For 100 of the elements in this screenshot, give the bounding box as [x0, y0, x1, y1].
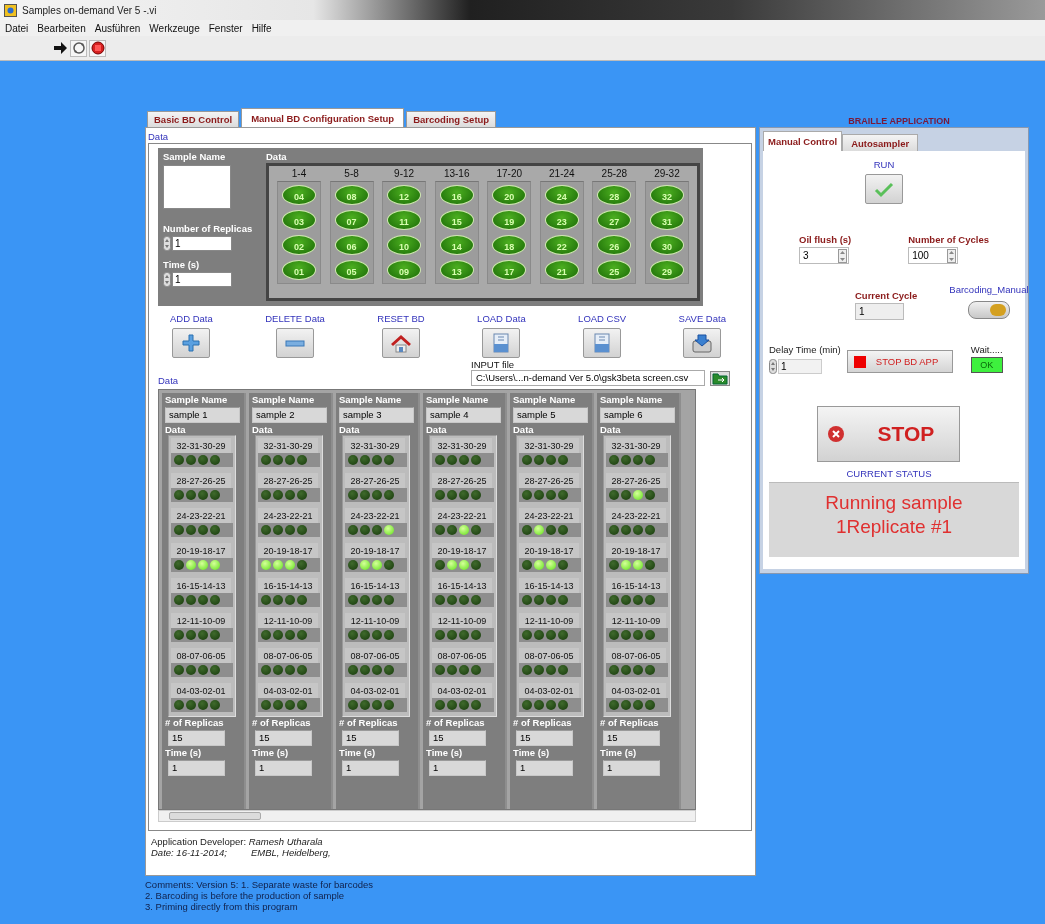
group-label: 12-11-10-09 — [606, 613, 666, 628]
group-label: 16-15-14-13 — [432, 578, 492, 593]
menu-item[interactable]: Bearbeiten — [37, 22, 86, 34]
column-label: 9-12 — [394, 168, 415, 179]
stop-button[interactable]: STOP — [816, 406, 960, 462]
field-label: INPUT file — [471, 359, 516, 370]
group-label: 24-23-22-21 — [432, 508, 492, 523]
group-label: 28-27-26-25 — [345, 473, 405, 488]
field-label: Time (s) — [165, 747, 203, 758]
well-button[interactable]: 22 — [544, 235, 579, 255]
spinner-icon — [163, 272, 171, 287]
file-path-field[interactable]: C:\Users\...n-demand Ver 5.0\gsk3beta screen.csv — [471, 370, 705, 386]
time-field[interactable]: 1 — [255, 760, 312, 776]
cycles-field[interactable]: 100 — [908, 247, 959, 264]
button-label: DELETE Data — [265, 313, 325, 324]
scroll-thumb[interactable] — [169, 812, 261, 820]
replicas-field[interactable]: 15 — [603, 730, 660, 746]
reset-button[interactable] — [382, 328, 420, 358]
sample-name-field[interactable]: sample 4 — [426, 407, 501, 423]
group-label: 20-19-18-17 — [519, 543, 579, 558]
section-title: BRAILLE APPLICATION — [847, 116, 951, 127]
group-label: 24-23-22-21 — [345, 508, 405, 523]
sample-name-field[interactable]: sample 2 — [252, 407, 327, 423]
replicas-field[interactable]: 15 — [342, 730, 399, 746]
field-label: Sample Name — [165, 394, 229, 405]
field-label: Data — [600, 424, 622, 435]
load-button[interactable] — [583, 328, 622, 358]
delete-button[interactable] — [276, 328, 315, 358]
horizontal-scrollbar[interactable] — [158, 810, 696, 822]
add-button[interactable] — [172, 328, 211, 358]
time-field[interactable]: 1 — [429, 760, 486, 776]
menu-item[interactable]: Hilfe — [251, 22, 272, 34]
group-label: 08-07-06-05 — [432, 648, 492, 663]
minus-icon — [285, 339, 306, 347]
tab[interactable]: Manual Control — [763, 131, 843, 151]
group-label: 28-27-26-25 — [171, 473, 231, 488]
time-field[interactable]: 1 — [603, 760, 660, 776]
menu-item[interactable]: Werkzeuge — [149, 22, 200, 34]
comment-line: 2. Barcoding is before the production of sample — [145, 890, 346, 901]
spinner-icon — [947, 248, 957, 263]
time-field[interactable]: 1 — [342, 760, 399, 776]
time-field[interactable]: 1 — [168, 760, 225, 776]
field-label: Time (s) — [426, 747, 464, 758]
document-icon — [592, 333, 613, 353]
group-label: 32-31-30-29 — [345, 438, 405, 453]
replicas-field[interactable]: 15 — [516, 730, 573, 746]
group-label: 04-03-02-01 — [432, 683, 492, 698]
stop-bd-button[interactable]: STOP BD APP — [846, 350, 953, 373]
replicas-field[interactable]: 15 — [168, 730, 225, 746]
run-button[interactable] — [51, 39, 68, 57]
oil-flush-field[interactable]: 3 — [799, 247, 849, 264]
sample-name-field[interactable]: sample 6 — [600, 407, 675, 423]
sample-name-field[interactable]: sample 5 — [513, 407, 588, 423]
time-field[interactable]: 1 — [172, 272, 232, 287]
group-label: 12-11-10-09 — [258, 613, 318, 628]
group-label: 32-31-30-29 — [432, 438, 492, 453]
comment-line: Comments: Version 5: 1. Separate waste for barcodes — [145, 879, 375, 890]
developer-credit: Application Developer: Ramesh Utharala — [151, 836, 324, 847]
replicas-field[interactable]: 15 — [255, 730, 312, 746]
tab[interactable]: Manual BD Configuration Setup — [241, 108, 405, 127]
replicas-field[interactable]: 15 — [429, 730, 486, 746]
menu-item[interactable]: Fenster — [208, 22, 243, 34]
column-label: 21-24 — [549, 168, 575, 179]
load-button[interactable] — [482, 328, 521, 358]
menu-item[interactable]: Datei — [5, 22, 29, 34]
group-label: 04-03-02-01 — [606, 683, 666, 698]
toggle-switch[interactable] — [967, 301, 1010, 319]
group-label: 12-11-10-09 — [519, 613, 579, 628]
well-button[interactable]: 11 — [387, 210, 422, 230]
browse-button[interactable] — [710, 370, 730, 386]
abort-button[interactable] — [89, 39, 106, 57]
field-label: Time (s) — [252, 747, 290, 758]
group-label: 32-31-30-29 — [519, 438, 579, 453]
checkmark-icon — [874, 180, 894, 198]
group-label: 04-03-02-01 — [345, 683, 405, 698]
field-label: Sample Name — [163, 151, 227, 162]
delay-field[interactable]: 1 — [778, 359, 822, 374]
field-label: Delay Time (min) — [769, 344, 841, 355]
menu-item[interactable]: Ausführen — [94, 22, 141, 34]
sample-name-field[interactable]: sample 1 — [165, 407, 240, 423]
field-label: Data — [252, 424, 274, 435]
sample-name-field[interactable]: sample 3 — [339, 407, 414, 423]
window-title: Samples on-demand Ver 5 -.vi — [22, 4, 157, 16]
field-label: Sample Name — [513, 394, 577, 405]
replicas-field[interactable]: 1 — [172, 236, 232, 251]
institute-text: EMBL, Heidelberg, — [250, 847, 331, 858]
sample-name-field[interactable] — [163, 165, 231, 209]
field-label: Time (s) — [163, 259, 201, 270]
save-button[interactable] — [683, 328, 722, 358]
cluster-label: Data — [148, 131, 170, 142]
field-label: Number of Replicas — [163, 223, 254, 234]
tab[interactable]: Barcoding Setup — [406, 111, 497, 127]
tab[interactable]: Autosampler — [842, 134, 919, 151]
tab[interactable]: Basic BD Control — [147, 111, 240, 127]
column-label: 25-28 — [601, 168, 628, 179]
field-label: # of Replicas — [339, 717, 399, 728]
spinner-icon — [769, 359, 777, 374]
time-field[interactable]: 1 — [516, 760, 573, 776]
group-label: 20-19-18-17 — [258, 543, 318, 558]
group-label: 12-11-10-09 — [432, 613, 492, 628]
